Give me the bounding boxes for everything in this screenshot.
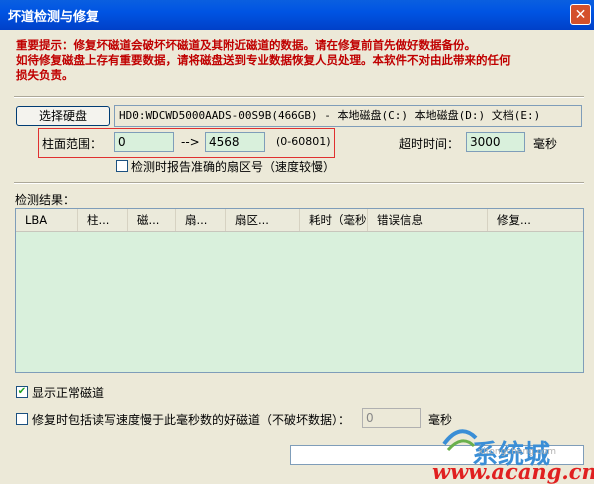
column-lba[interactable]: LBA [16, 209, 78, 231]
watermark-small: xitongcheng.com [478, 447, 556, 457]
warning-line-2: 如待修复磁盘上存有重要数据，请将磁盘送到专业数据恢复人员处理。本软件不对由此带来… [16, 53, 511, 67]
divider [14, 96, 584, 98]
report-sector-label: 检测时报告准确的扇区号（速度较慢） [131, 160, 336, 174]
column-time[interactable]: 耗时（毫秒） [300, 209, 368, 231]
repair-slow-label: 修复时包括读写速度慢于此毫秒数的好磁道（不破坏数据）： [32, 413, 351, 427]
warning-line-1: 重要提示：修复坏磁道会破坏坏磁道及其附近磁道的数据。请在修复前首先做好数据备份。 [16, 38, 476, 52]
results-header: LBA 柱... 磁... 扇... 扇区... 耗时（毫秒） 错误信息 修复.… [16, 209, 583, 232]
watermark-url: www.acang.cn [432, 459, 594, 484]
results-label: 检测结果： [15, 193, 76, 207]
show-normal-label: 显示正常磁道 [32, 386, 105, 400]
range-arrow: --> [181, 135, 200, 149]
close-button[interactable]: ✕ [570, 4, 591, 25]
disk-info: HD0:WDCWD5000AADS-00S9B(466GB) - 本地磁盘(C:… [114, 105, 582, 127]
repair-slow-input[interactable]: 0 [362, 408, 421, 428]
results-list[interactable]: LBA 柱... 磁... 扇... 扇区... 耗时（毫秒） 错误信息 修复.… [15, 208, 584, 373]
close-icon: ✕ [574, 7, 587, 23]
column-head[interactable]: 磁... [128, 209, 176, 231]
range-to-input[interactable]: 4568 [205, 132, 265, 152]
column-sector-count[interactable]: 扇区... [226, 209, 300, 231]
window-title: 坏道检测与修复 [8, 10, 100, 25]
timeout-label: 超时时间： [399, 137, 460, 151]
range-hint: (0-60801) [276, 135, 331, 148]
select-disk-button[interactable]: 选择硬盘 [16, 106, 110, 126]
column-repair[interactable]: 修复... [488, 209, 583, 231]
divider [14, 182, 584, 184]
range-label: 柱面范围： [42, 137, 103, 151]
report-sector-checkbox[interactable] [116, 160, 128, 172]
warning-line-3: 损失负责。 [16, 68, 74, 82]
column-cylinder[interactable]: 柱... [78, 209, 128, 231]
timeout-input[interactable]: 3000 [466, 132, 525, 152]
title-bar: 坏道检测与修复 ✕ [0, 0, 594, 30]
column-sector[interactable]: 扇... [176, 209, 226, 231]
show-normal-checkbox[interactable]: ✔ [16, 386, 28, 398]
column-error[interactable]: 错误信息 [368, 209, 488, 231]
timeout-unit: 毫秒 [533, 137, 558, 151]
repair-slow-checkbox[interactable] [16, 413, 28, 425]
range-from-input[interactable]: 0 [114, 132, 174, 152]
